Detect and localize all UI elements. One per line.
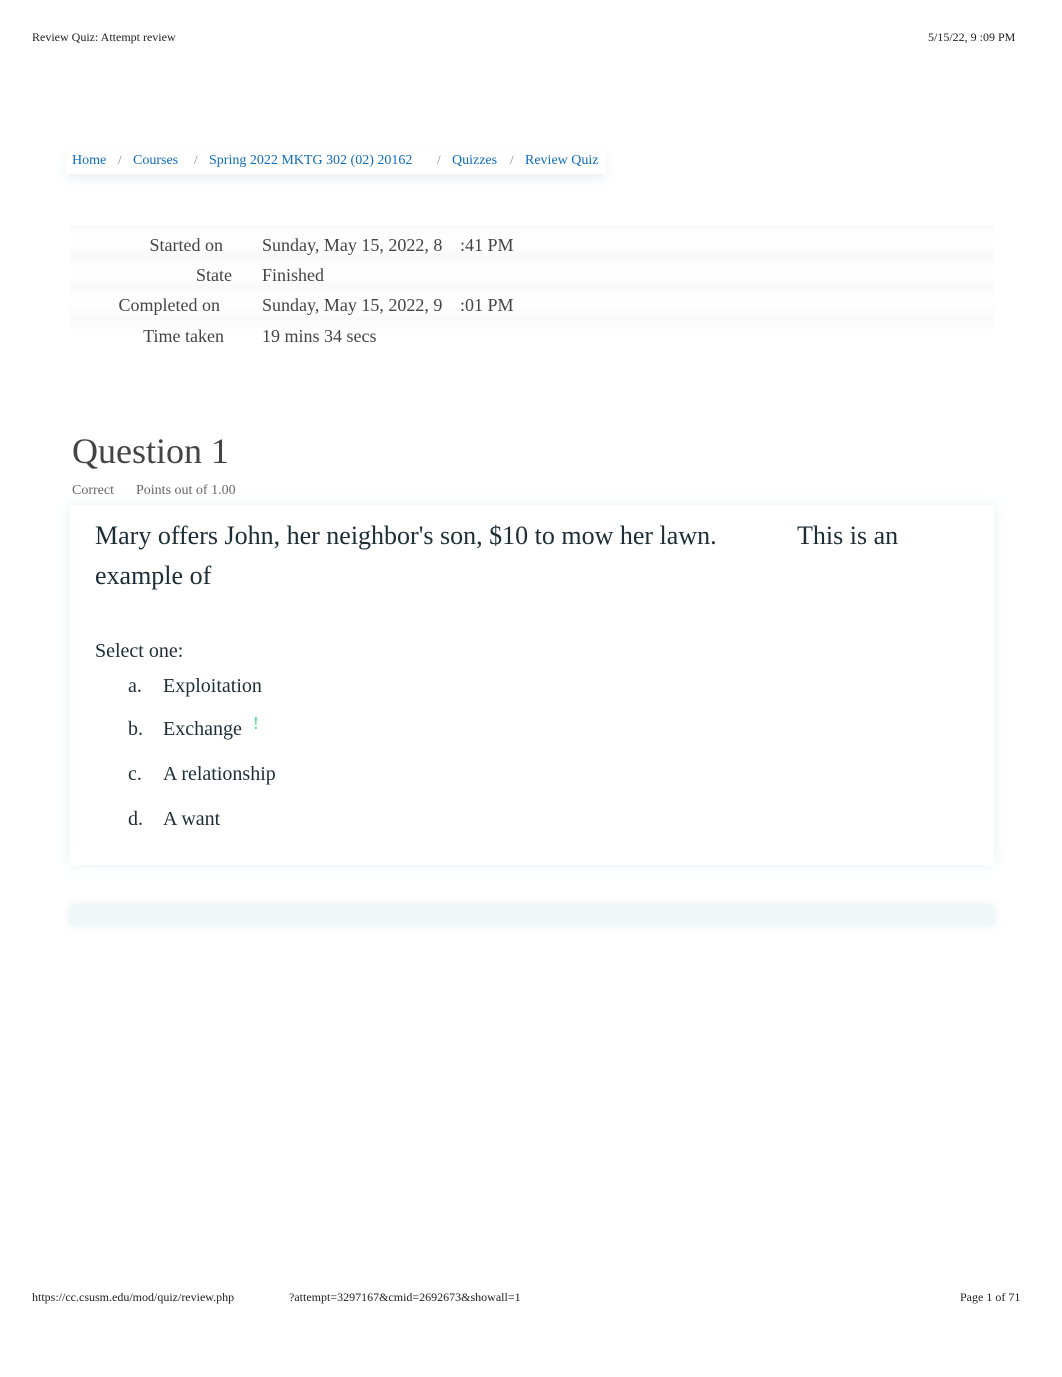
question-text: Mary offers John, her neighbor's son, $1… xyxy=(95,521,717,550)
option-letter: c. xyxy=(128,763,142,785)
summary-value: Finished xyxy=(262,265,325,285)
summary-label: State xyxy=(196,265,232,285)
breadcrumb-courses[interactable]: Courses xyxy=(133,151,178,169)
breadcrumb-link[interactable]: Courses xyxy=(133,153,178,168)
breadcrumb-link[interactable]: Review Quiz xyxy=(525,153,598,168)
print-header-title: Review Quiz: Attempt review xyxy=(32,30,176,44)
correct-mark-icon: ! xyxy=(252,713,259,733)
question-text: example of xyxy=(95,561,212,590)
breadcrumb-link[interactable]: Home xyxy=(72,153,106,168)
summary-label: Time taken xyxy=(143,326,224,346)
breadcrumb-home[interactable]: Home xyxy=(72,151,106,169)
breadcrumb-link[interactable]: Quizzes xyxy=(452,153,497,168)
option-b[interactable]: b. Exchange ! xyxy=(128,713,259,741)
summary-value-time: :41 PM xyxy=(460,235,514,255)
option-d[interactable]: d. A want xyxy=(128,808,220,831)
option-label: A relationship xyxy=(163,763,276,785)
breadcrumb-separator: / xyxy=(194,152,198,167)
print-header-datetime: 5/15/22, 9 :09 PM xyxy=(928,30,1016,44)
option-label: Exchange xyxy=(163,718,242,740)
option-c[interactable]: c. A relationship xyxy=(128,763,276,786)
next-question-card-edge xyxy=(70,905,994,925)
summary-value: Sunday, May 15, 2022, 9 xyxy=(262,295,443,315)
breadcrumb-separator: / xyxy=(437,152,441,167)
breadcrumb-review-quiz[interactable]: Review Quiz xyxy=(525,151,598,169)
question-title: Question 1 xyxy=(72,431,229,471)
question-text: This is an xyxy=(797,521,899,550)
question-points: Points out of 1.00 xyxy=(136,483,236,498)
option-label: Exploitation xyxy=(163,675,262,697)
question-status: Correct xyxy=(72,483,114,498)
option-letter: b. xyxy=(128,718,143,740)
breadcrumb-separator: / xyxy=(118,152,122,167)
summary-value-time: :01 PM xyxy=(460,295,514,315)
breadcrumb-quizzes[interactable]: Quizzes xyxy=(452,151,497,169)
summary-label: Started on xyxy=(149,235,224,255)
breadcrumb-separator: / xyxy=(510,152,514,167)
select-one-prompt: Select one: xyxy=(95,640,184,662)
option-a[interactable]: a. Exploitation xyxy=(128,675,262,698)
breadcrumb-link[interactable]: Spring 2022 MKTG 302 (02) 20162 xyxy=(209,153,412,168)
option-letter: d. xyxy=(128,808,143,830)
option-label: A want xyxy=(163,808,221,830)
option-letter: a. xyxy=(128,675,142,697)
print-footer-query: ?attempt=3297167&cmid=2692673&showall=1 xyxy=(289,1290,521,1304)
summary-value: 19 mins 34 secs xyxy=(262,326,377,346)
breadcrumb-course[interactable]: Spring 2022 MKTG 302 (02) 20162 xyxy=(209,151,412,169)
print-footer-url: https://cc.csusm.edu/mod/quiz/review.php xyxy=(32,1290,235,1304)
summary-label: Completed on xyxy=(118,295,221,315)
summary-value: Sunday, May 15, 2022, 8 xyxy=(262,235,443,255)
print-footer-page: Page 1 of 71 xyxy=(960,1290,1021,1304)
